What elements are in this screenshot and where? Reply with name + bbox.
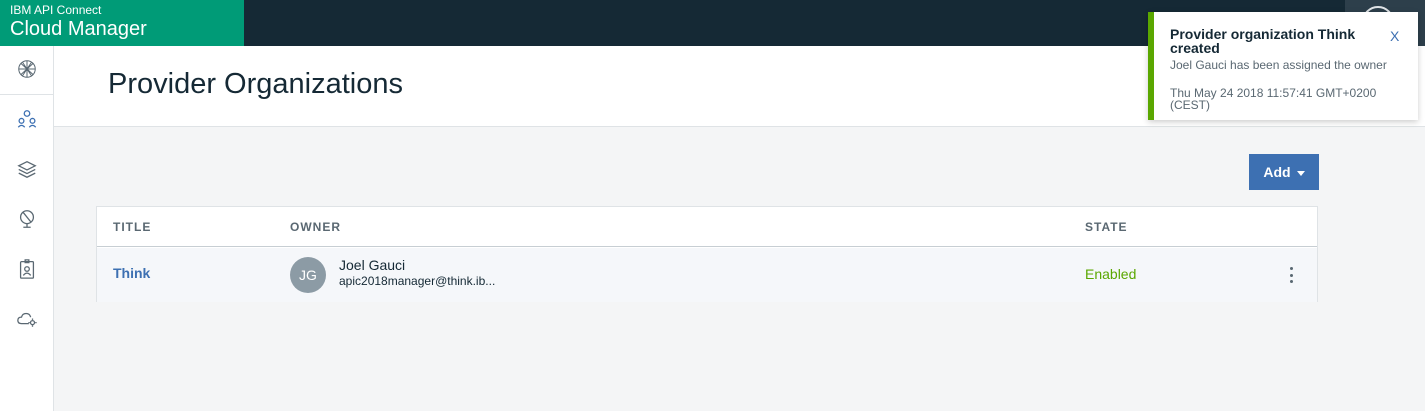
success-notification: Provider organization Think created Joel… <box>1148 12 1418 120</box>
vendor-name: IBM API Connect <box>10 3 102 17</box>
notification-message: Joel Gauci has been assigned the owner <box>1170 58 1387 72</box>
add-button-label: Add <box>1263 164 1291 180</box>
owner-avatar: JG <box>290 257 326 293</box>
add-button[interactable]: Add <box>1249 154 1319 190</box>
member-badge-icon <box>19 259 34 279</box>
overflow-menu-icon[interactable] <box>1283 265 1299 285</box>
kebab-dot <box>1289 273 1293 277</box>
notification-timestamp: Thu May 24 2018 11:57:41 GMT+0200 (CEST) <box>1170 86 1377 112</box>
provider-organizations-icon <box>17 110 36 128</box>
kebab-dot <box>1289 280 1293 283</box>
status-badge: Enabled <box>1085 266 1137 282</box>
nav-topology[interactable] <box>0 196 53 242</box>
notification-title: Provider organization Think created <box>1170 26 1356 56</box>
provider-organizations-table: TITLE OWNER STATE Think JG Joel Gauci ap… <box>96 206 1318 302</box>
caret-down-icon <box>1296 170 1305 176</box>
column-header-state[interactable]: STATE <box>1085 220 1128 234</box>
page-title: Provider Organizations <box>108 68 403 100</box>
nav-divider <box>0 94 53 95</box>
brand-logo[interactable]: IBM API Connect Cloud Manager <box>0 0 244 46</box>
column-header-title[interactable]: TITLE <box>113 220 151 234</box>
nav-settings[interactable] <box>0 296 53 342</box>
kebab-dot <box>1289 267 1293 270</box>
nav-resources[interactable] <box>0 146 53 192</box>
layers-icon <box>16 160 37 178</box>
nav-members[interactable] <box>0 246 53 292</box>
organization-title-link[interactable]: Think <box>113 265 150 281</box>
owner-email: apic2018manager@think.ib... <box>339 274 496 288</box>
column-header-owner[interactable]: OWNER <box>290 220 341 234</box>
left-navigation <box>0 46 54 411</box>
cloud-settings-icon <box>16 312 37 327</box>
product-name: Cloud Manager <box>10 18 147 40</box>
globe-network-icon <box>17 60 36 78</box>
close-icon[interactable]: X <box>1390 28 1399 44</box>
table-row[interactable]: Think JG Joel Gauci apic2018manager@thin… <box>97 248 1317 302</box>
topology-globe-icon <box>19 210 34 228</box>
owner-name: Joel Gauci <box>339 257 406 273</box>
table-header: TITLE OWNER STATE <box>97 207 1317 247</box>
nav-home[interactable] <box>0 46 53 92</box>
nav-provider-organizations[interactable] <box>0 96 53 142</box>
